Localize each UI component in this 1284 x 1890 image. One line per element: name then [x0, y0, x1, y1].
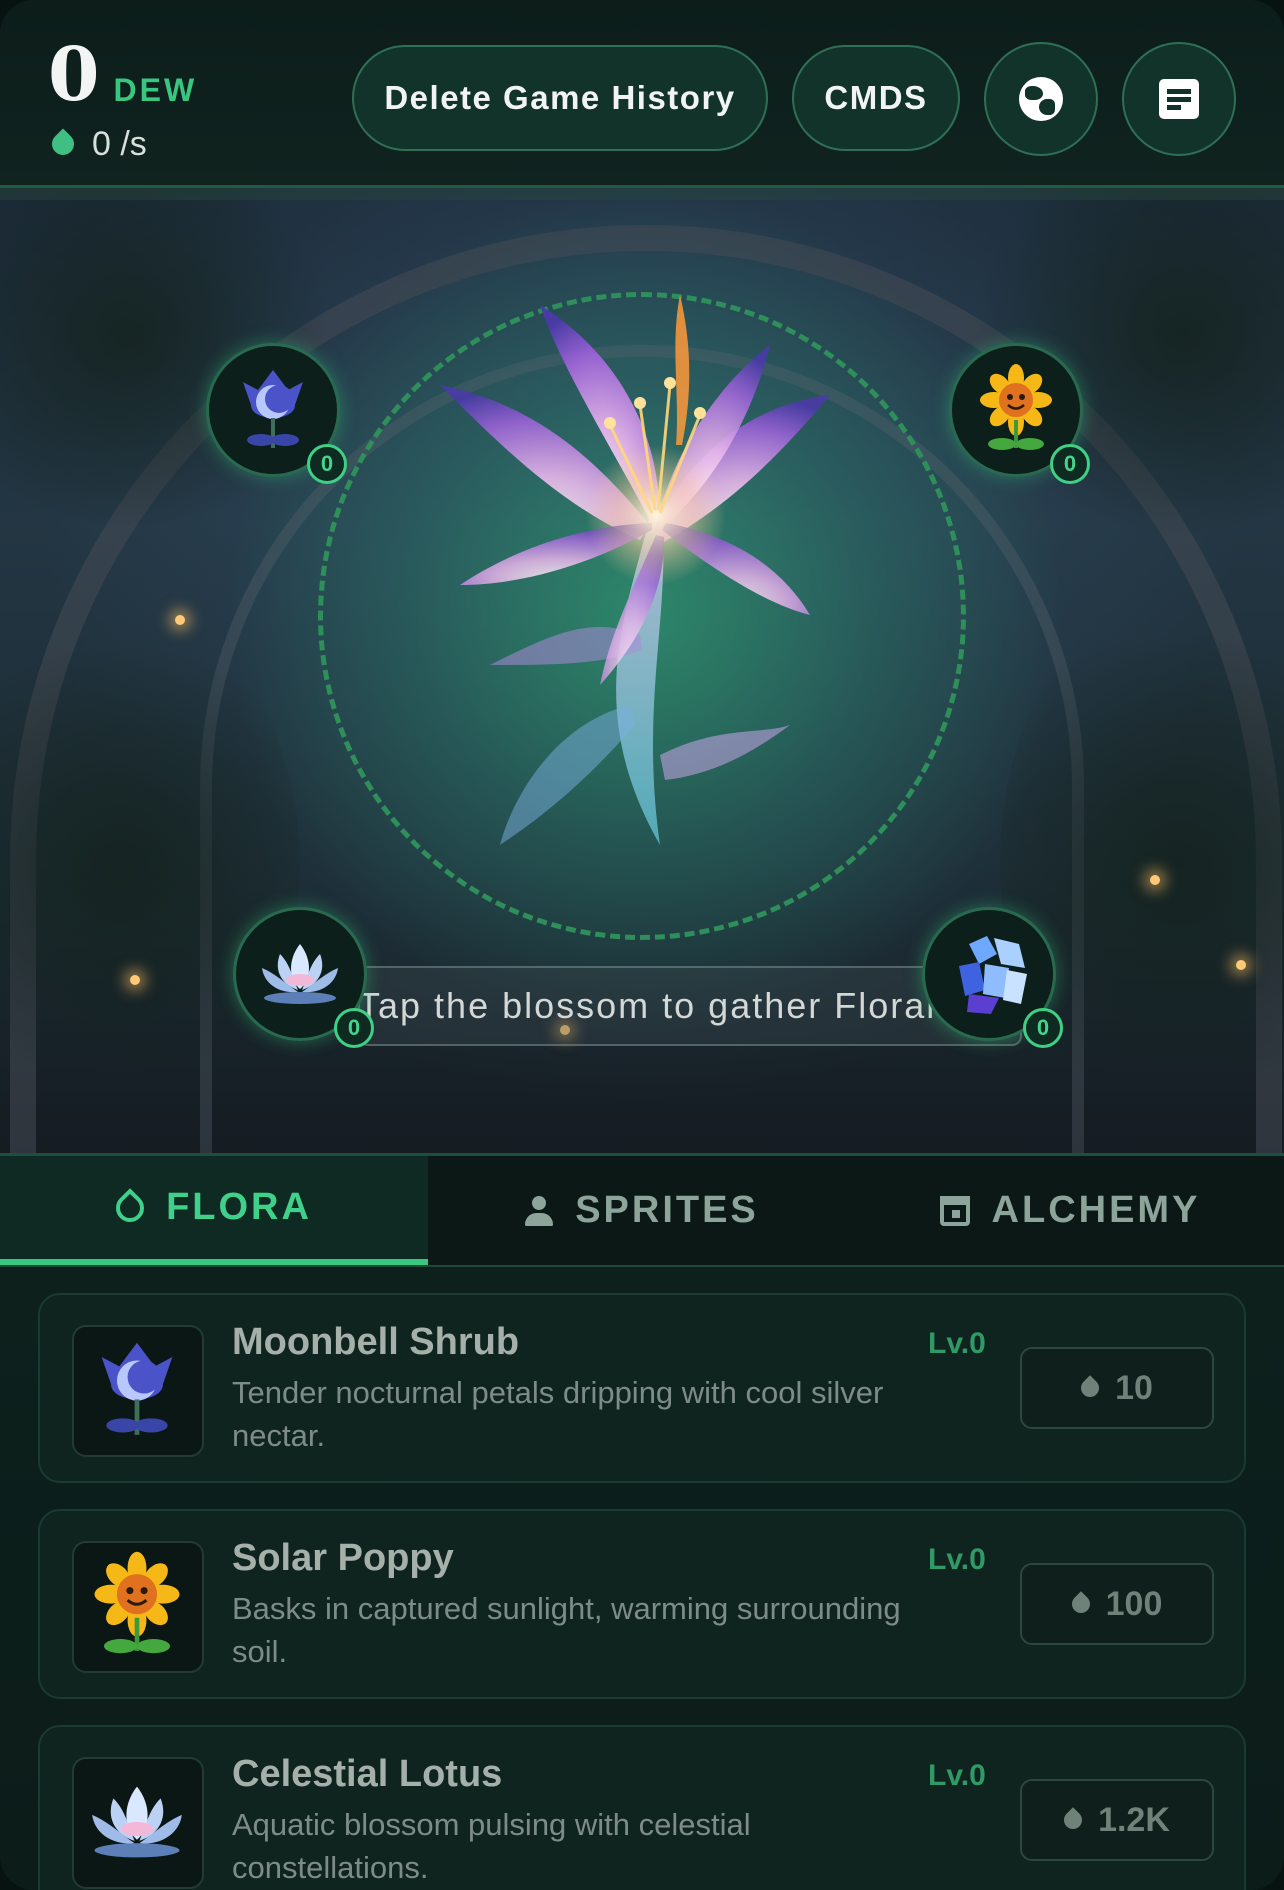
flora-title: Solar Poppy: [232, 1537, 454, 1579]
tab-sprites[interactable]: SPRITES: [428, 1156, 856, 1265]
person-icon: [525, 1195, 554, 1226]
lantern-light: [1150, 875, 1160, 885]
tab-flora[interactable]: FLORA: [0, 1156, 428, 1265]
crystal-count-badge: 0: [1023, 1008, 1063, 1048]
moonbell-icon: [243, 370, 303, 448]
notes-icon: [1159, 79, 1199, 119]
magic-blossom[interactable]: [430, 285, 870, 925]
lantern-light: [130, 975, 140, 985]
cmds-button[interactable]: CMDS: [792, 45, 960, 151]
celestial-lotus-thumb: [72, 1757, 204, 1889]
sunflower-icon: [94, 1551, 180, 1654]
tab-flora-label: FLORA: [166, 1186, 312, 1228]
game-app: 0 DEW 0 /s Delete Game History CMDS Tap …: [0, 0, 1284, 1890]
buy-cost: 100: [1105, 1584, 1163, 1623]
lantern-light: [175, 615, 185, 625]
dew-rate: 0 /s: [47, 125, 147, 164]
dew-drop-icon: [1077, 1375, 1103, 1401]
buy-cost: 1.2K: [1098, 1800, 1170, 1839]
lotus-count-badge: 0: [334, 1008, 374, 1048]
flora-card-solar-poppy: Solar Poppy Lv.0 Basks in captured sunli…: [38, 1509, 1246, 1699]
moonbell-sprite[interactable]: 0: [206, 343, 347, 484]
dew-drop-icon: [47, 128, 79, 160]
flora-description: Aquatic blossom pulsing with celestial c…: [232, 1807, 751, 1885]
globe-icon: [1019, 77, 1063, 121]
solar-count-badge: 0: [1050, 444, 1090, 484]
drop-icon: [110, 1187, 150, 1228]
flora-level: Lv.0: [928, 1327, 986, 1360]
buy-cost: 10: [1115, 1368, 1153, 1407]
crystal-icon: [959, 936, 1027, 1014]
flora-description: Basks in captured sunlight, warming surr…: [232, 1591, 901, 1669]
delete-history-button[interactable]: Delete Game History: [352, 45, 768, 151]
solar-poppy-thumb: [72, 1541, 204, 1673]
flora-title: Celestial Lotus: [232, 1753, 503, 1795]
category-tabs: FLORA SPRITES ALCHEMY: [0, 1153, 1284, 1267]
tab-alchemy[interactable]: ALCHEMY: [856, 1156, 1284, 1265]
crystal-sprite[interactable]: 0: [922, 907, 1063, 1048]
calendar-icon: [939, 1195, 970, 1226]
dew-rate-value: 0 /s: [92, 125, 147, 163]
buy-celestial-lotus-button[interactable]: 1.2K: [1020, 1779, 1214, 1861]
flora-level: Lv.0: [928, 1759, 986, 1792]
buy-solar-poppy-button[interactable]: 100: [1020, 1563, 1214, 1645]
flora-title: Moonbell Shrub: [232, 1321, 520, 1363]
sunflower-icon: [980, 364, 1052, 450]
tab-sprites-label: SPRITES: [575, 1189, 759, 1231]
lotus-sprite[interactable]: 0: [233, 907, 374, 1048]
flora-description: Tender nocturnal petals dripping with co…: [232, 1375, 884, 1453]
dew-drop-icon: [1060, 1807, 1086, 1833]
flora-card-celestial-lotus: Celestial Lotus Lv.0 Aquatic blossom pul…: [38, 1725, 1246, 1890]
flora-card-moonbell: Moonbell Shrub Lv.0 Tender nocturnal pet…: [38, 1293, 1246, 1483]
top-bar: 0 DEW 0 /s Delete Game History CMDS: [0, 0, 1284, 200]
language-button[interactable]: [984, 42, 1098, 156]
buy-moonbell-button[interactable]: 10: [1020, 1347, 1214, 1429]
dew-unit: DEW: [113, 72, 198, 108]
dew-amount: 0: [48, 32, 100, 118]
tab-alchemy-label: ALCHEMY: [991, 1189, 1201, 1231]
lantern-light: [1236, 960, 1246, 970]
dew-counter: 0 DEW: [48, 32, 198, 118]
moonbell-thumb: [72, 1325, 204, 1457]
flora-list: Moonbell Shrub Lv.0 Tender nocturnal pet…: [0, 1267, 1284, 1890]
moonbell-count-badge: 0: [307, 444, 347, 484]
lotus-icon: [262, 944, 338, 1004]
solar-sprite[interactable]: 0: [949, 343, 1090, 484]
moonbell-icon: [101, 1342, 173, 1435]
flora-level: Lv.0: [928, 1543, 986, 1576]
dew-drop-icon: [1067, 1591, 1094, 1617]
notes-button[interactable]: [1122, 42, 1236, 156]
lotus-icon: [92, 1786, 182, 1858]
garden-scene: Tap the blossom to gather Floral L 0 0 0…: [0, 185, 1284, 1153]
